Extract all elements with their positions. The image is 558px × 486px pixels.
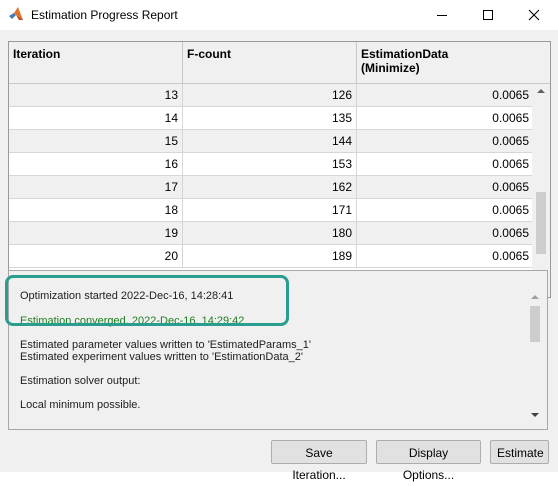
estimate-button[interactable]: Estimate bbox=[490, 440, 549, 464]
cell-iteration: 14 bbox=[9, 107, 183, 129]
minimize-button[interactable] bbox=[419, 0, 465, 30]
table-header: Iteration F-count EstimationData (Minimi… bbox=[9, 42, 550, 84]
table-row[interactable]: 15 144 0.0065 bbox=[9, 130, 532, 153]
column-header-fcount[interactable]: F-count bbox=[183, 42, 357, 83]
cell-iteration: 13 bbox=[9, 84, 183, 106]
log-line: Estimated parameter values written to 'E… bbox=[20, 339, 311, 351]
close-icon bbox=[528, 9, 540, 21]
log-line: Estimation solver output: bbox=[20, 375, 141, 387]
log-line: Local minimum possible. bbox=[20, 399, 141, 411]
column-header-sublabel: (Minimize) bbox=[361, 61, 420, 75]
table-row[interactable]: 18 171 0.0065 bbox=[9, 199, 532, 222]
cell-fcount: 144 bbox=[183, 130, 357, 152]
log-scrollbar-thumb[interactable] bbox=[530, 306, 540, 342]
column-header-label: EstimationData bbox=[361, 47, 449, 61]
cell-iteration: 19 bbox=[9, 222, 183, 244]
maximize-button[interactable] bbox=[465, 0, 511, 30]
log-line: Estimated experiment values written to '… bbox=[20, 351, 303, 363]
cell-iteration: 18 bbox=[9, 199, 183, 221]
table-row[interactable]: 14 135 0.0065 bbox=[9, 107, 532, 130]
cell-value: 0.0065 bbox=[492, 157, 529, 171]
cell-fcount: 135 bbox=[183, 107, 357, 129]
window-title: Estimation Progress Report bbox=[31, 8, 178, 22]
cell-iteration: 15 bbox=[9, 130, 183, 152]
table-row[interactable]: 19 180 0.0065 bbox=[9, 222, 532, 245]
table-scrollbar[interactable] bbox=[532, 84, 550, 297]
cell-value: 0.0065 bbox=[492, 249, 529, 263]
maximize-icon bbox=[483, 10, 493, 20]
minimize-icon bbox=[437, 15, 447, 16]
cell-fcount: 189 bbox=[183, 245, 357, 267]
log-scrollbar[interactable] bbox=[529, 292, 541, 420]
cell-fcount: 162 bbox=[183, 176, 357, 198]
cell-fcount: 126 bbox=[183, 84, 357, 106]
table-row[interactable]: 16 153 0.0065 bbox=[9, 153, 532, 176]
column-header-estimationdata[interactable]: EstimationData (Minimize) bbox=[357, 42, 550, 83]
cell-iteration: 17 bbox=[9, 176, 183, 198]
table-body: 13 126 0.0065 14 135 0.0065 15 144 0.006… bbox=[9, 84, 532, 297]
highlight-box bbox=[5, 275, 289, 326]
cell-value: 0.0065 bbox=[492, 203, 529, 217]
cell-value: 0.0065 bbox=[492, 180, 529, 194]
cell-fcount: 180 bbox=[183, 222, 357, 244]
display-options-button[interactable]: Display Options... bbox=[376, 440, 481, 482]
scroll-up-arrow-icon[interactable] bbox=[529, 292, 541, 302]
scroll-up-arrow-icon[interactable] bbox=[532, 84, 550, 98]
cell-value: 0.0065 bbox=[492, 111, 529, 125]
table-row[interactable]: 13 126 0.0065 bbox=[9, 84, 532, 107]
save-iteration-button[interactable]: Save Iteration... bbox=[271, 440, 367, 482]
cell-fcount: 153 bbox=[183, 153, 357, 175]
cell-value: 0.0065 bbox=[492, 88, 529, 102]
title-bar: Estimation Progress Report bbox=[0, 0, 558, 30]
main-panel: Iteration F-count EstimationData (Minimi… bbox=[0, 30, 558, 482]
column-header-iteration[interactable]: Iteration bbox=[9, 42, 183, 83]
table-row[interactable]: 20 189 0.0065 bbox=[9, 245, 532, 268]
cell-value: 0.0065 bbox=[492, 134, 529, 148]
table-scrollbar-thumb[interactable] bbox=[536, 192, 546, 254]
cell-iteration: 20 bbox=[9, 245, 183, 267]
table-row[interactable]: 17 162 0.0065 bbox=[9, 176, 532, 199]
cell-iteration: 16 bbox=[9, 153, 183, 175]
iteration-table: Iteration F-count EstimationData (Minimi… bbox=[8, 41, 551, 298]
close-button[interactable] bbox=[511, 0, 557, 30]
cell-value: 0.0065 bbox=[492, 226, 529, 240]
matlab-logo-icon bbox=[9, 7, 23, 20]
cell-fcount: 171 bbox=[183, 199, 357, 221]
scroll-down-arrow-icon[interactable] bbox=[529, 410, 541, 420]
